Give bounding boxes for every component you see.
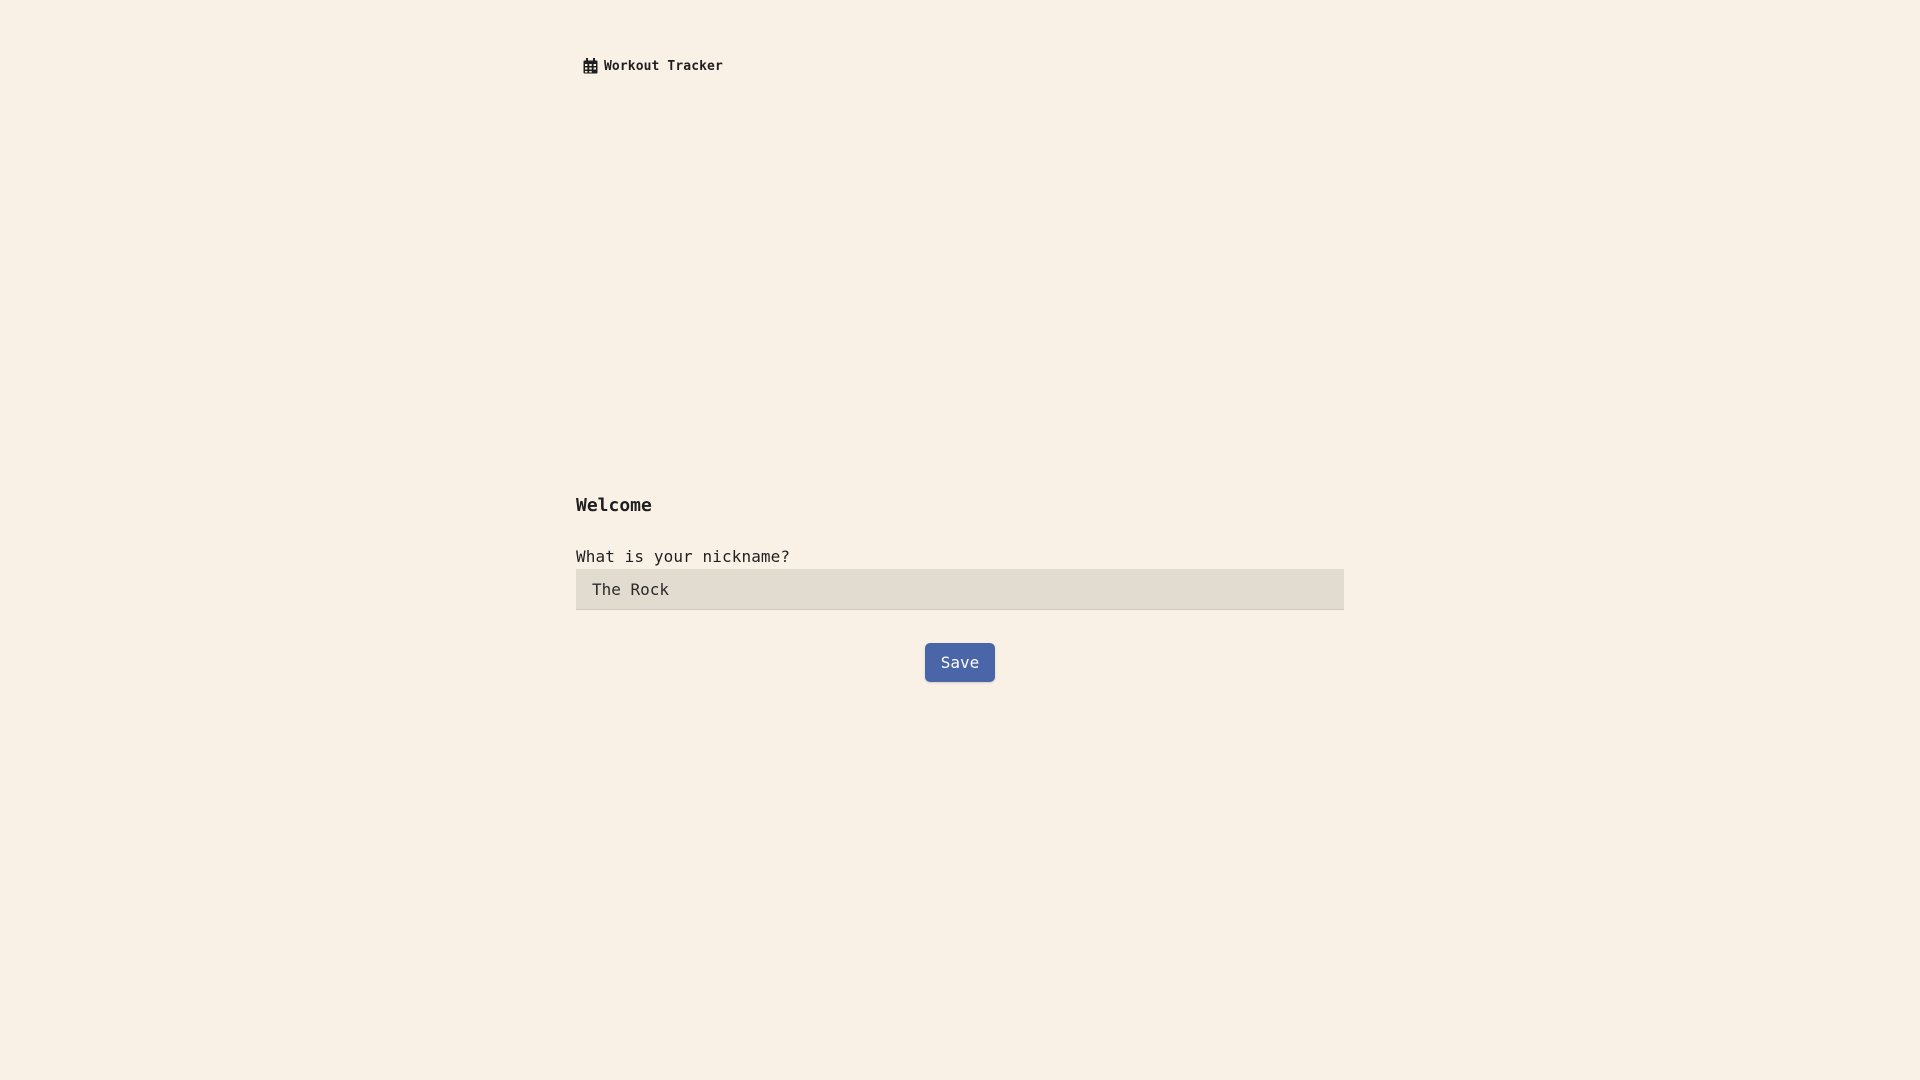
nickname-input[interactable]: [576, 569, 1344, 610]
save-row: Save: [576, 643, 1344, 682]
nickname-label: What is your nickname?: [576, 547, 791, 566]
calendar-icon: [583, 58, 598, 74]
page-title: Welcome: [576, 495, 652, 516]
app-title: Workout Tracker: [604, 58, 723, 74]
save-button[interactable]: Save: [925, 643, 995, 682]
welcome-form: Welcome What is your nickname? Save: [576, 494, 1344, 682]
app-header: Workout Tracker: [583, 58, 723, 74]
